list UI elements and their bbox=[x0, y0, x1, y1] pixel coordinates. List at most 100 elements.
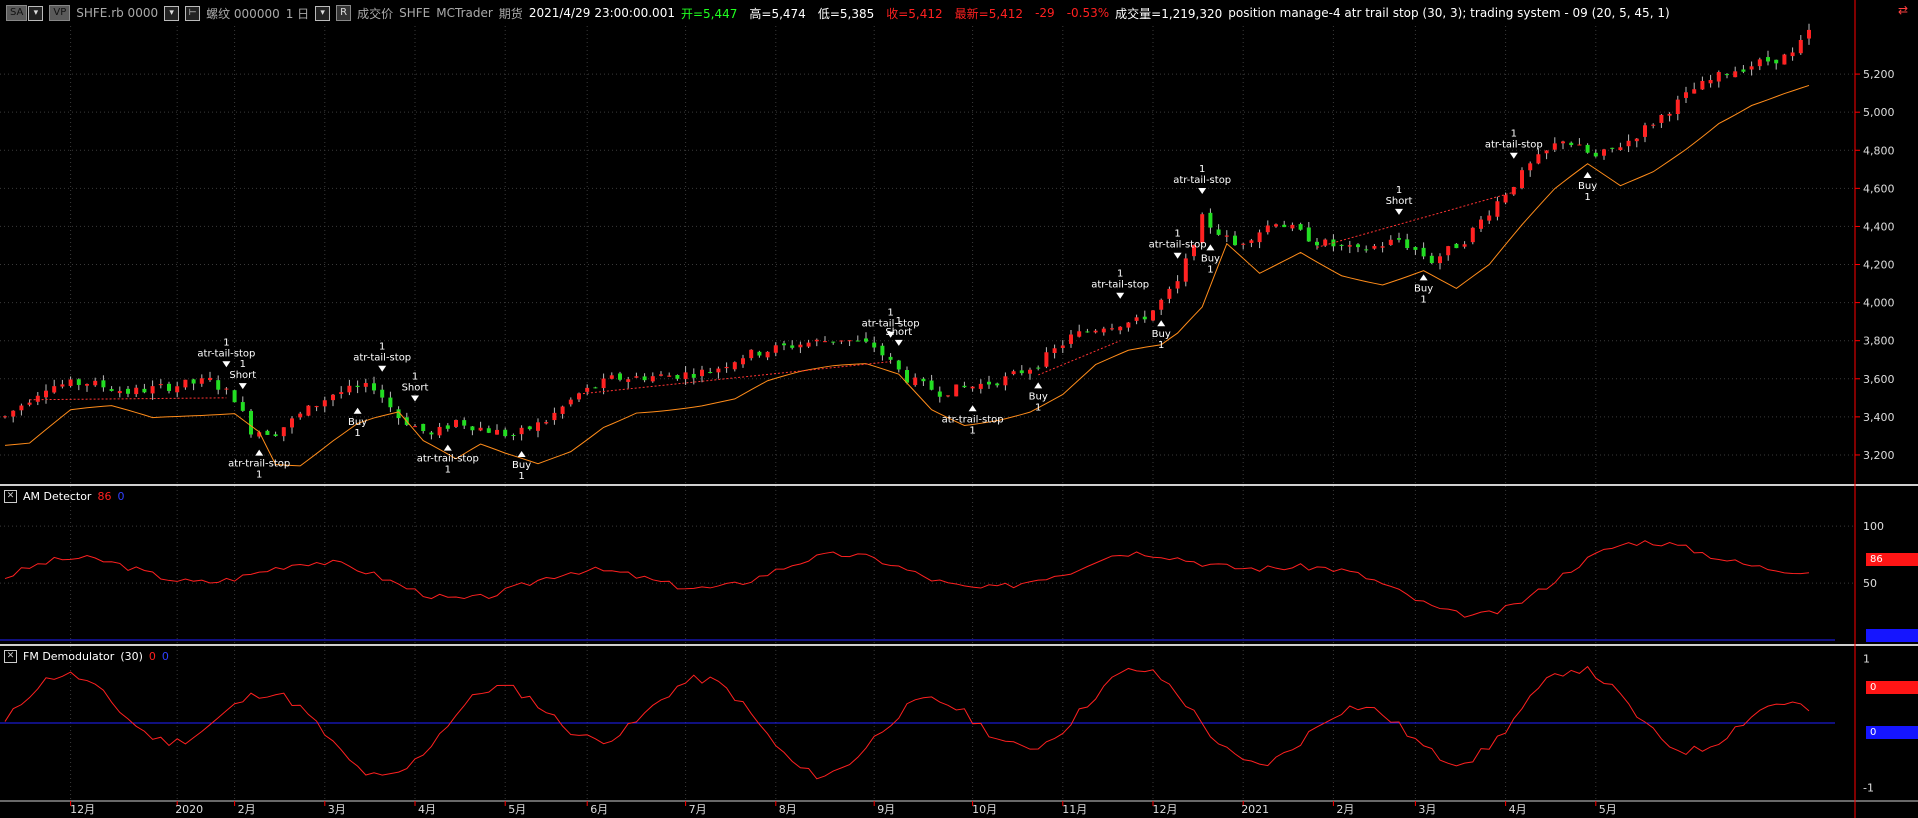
candle-body bbox=[1651, 124, 1656, 126]
candle-body bbox=[1470, 227, 1475, 243]
signal-arrow-up-icon bbox=[1034, 382, 1043, 389]
candle-body bbox=[35, 395, 40, 402]
candle-body bbox=[134, 387, 139, 395]
candle-body bbox=[642, 376, 647, 381]
am-value-1: 86 bbox=[97, 489, 112, 503]
candle-body bbox=[208, 377, 212, 381]
candle-body bbox=[1798, 39, 1803, 54]
candle-body bbox=[109, 389, 114, 391]
time-tick-label: 4月 bbox=[1509, 803, 1527, 816]
close-icon[interactable]: ✕ bbox=[4, 649, 17, 663]
candle-body bbox=[527, 426, 532, 430]
candle-body bbox=[273, 434, 278, 437]
candle-body bbox=[1692, 89, 1697, 94]
signal-arrow-down-icon bbox=[1198, 187, 1207, 194]
candle-body bbox=[322, 400, 327, 407]
candle-body bbox=[93, 380, 98, 386]
candle-body bbox=[659, 374, 663, 376]
am-title: AM Detector bbox=[23, 489, 92, 503]
candle-body bbox=[339, 392, 344, 394]
candle-body bbox=[708, 372, 713, 374]
time-tick-label: 3月 bbox=[328, 803, 346, 816]
candle-body bbox=[372, 383, 376, 391]
candle-body bbox=[683, 372, 688, 380]
candle-body bbox=[675, 375, 680, 379]
close-icon[interactable]: ✕ bbox=[4, 489, 17, 503]
signal-count: 1 bbox=[1511, 129, 1517, 140]
candle-body bbox=[1454, 243, 1459, 249]
trade-line bbox=[29, 397, 227, 401]
signal-arrow-down-icon bbox=[1116, 292, 1125, 299]
candle-body bbox=[167, 383, 171, 391]
candle-body bbox=[183, 379, 188, 388]
signal-count: 1 bbox=[256, 470, 262, 481]
candle-body bbox=[1200, 214, 1205, 243]
signal-label: atr-trail-stop bbox=[228, 459, 290, 470]
candle-body bbox=[544, 422, 549, 424]
candle-body bbox=[199, 378, 204, 384]
candle-body bbox=[1733, 71, 1738, 78]
signal-label: Short bbox=[885, 327, 912, 338]
candle-body bbox=[240, 402, 245, 411]
candle-body bbox=[1774, 59, 1779, 64]
candle-body bbox=[290, 418, 294, 428]
signal-count: 1 bbox=[1174, 229, 1180, 240]
price-tick-label: 5,000 bbox=[1863, 106, 1895, 119]
candle-body bbox=[1241, 243, 1246, 245]
candle-body bbox=[700, 369, 704, 377]
candle-body bbox=[101, 380, 106, 388]
candle-body bbox=[913, 377, 918, 386]
signal-label: Buy bbox=[1029, 391, 1048, 402]
candle-body bbox=[511, 435, 516, 437]
candle-body bbox=[1684, 92, 1688, 98]
signal-count: 1 bbox=[412, 372, 418, 383]
candle-body bbox=[1011, 371, 1016, 375]
candle-body bbox=[1405, 239, 1410, 249]
price-tick-label: 5,200 bbox=[1863, 68, 1895, 81]
chart-canvas[interactable]: 5,200 5,000 4,800 4,600 4,400 4,200 4,000 3,800… bbox=[0, 0, 1918, 818]
candle-body bbox=[175, 386, 180, 393]
signal-count: 1 bbox=[1420, 294, 1426, 305]
candle-body bbox=[987, 381, 991, 385]
candle-body bbox=[306, 405, 311, 416]
candle-body bbox=[232, 390, 237, 403]
candle-body bbox=[929, 380, 934, 390]
candle-body bbox=[1643, 125, 1647, 137]
candle-body bbox=[1716, 72, 1721, 82]
candle-body bbox=[1298, 224, 1303, 230]
candle-body bbox=[1487, 215, 1492, 221]
candle-body bbox=[249, 410, 253, 435]
candle-body bbox=[1725, 74, 1729, 76]
signal-count: 1 bbox=[240, 359, 246, 370]
candle-body bbox=[1216, 229, 1221, 235]
time-tick-label: 12月 bbox=[1153, 803, 1178, 816]
candle-body bbox=[1126, 322, 1131, 328]
fm-panel-header: ✕ FM Demodulator (30) 0 0 bbox=[0, 649, 175, 663]
candle-body bbox=[888, 356, 893, 360]
fm-value-2: 0 bbox=[161, 649, 169, 663]
candle-body bbox=[1069, 334, 1073, 344]
candle-body bbox=[298, 413, 303, 418]
signal-arrow-down-icon bbox=[894, 339, 903, 346]
price-tick-label: 4,000 bbox=[1863, 297, 1895, 310]
price-tick-label: 3,200 bbox=[1863, 449, 1895, 462]
signal-label: atr-tail-stop bbox=[353, 353, 411, 364]
candle-body bbox=[1274, 224, 1278, 227]
signal-arrow-up-icon bbox=[353, 407, 362, 414]
candle-body bbox=[413, 426, 417, 428]
price-tick-label: 4,600 bbox=[1863, 182, 1895, 195]
fm-param: (30) bbox=[120, 649, 143, 663]
candle-body bbox=[962, 385, 967, 388]
candle-body bbox=[1782, 54, 1787, 65]
candle-body bbox=[1561, 141, 1565, 144]
signal-label: Buy bbox=[1414, 283, 1433, 294]
signal-arrow-down-icon bbox=[1173, 252, 1182, 259]
candle-body bbox=[265, 430, 270, 435]
candle-body bbox=[363, 383, 368, 387]
candle-body bbox=[1479, 219, 1483, 229]
candle-body bbox=[158, 384, 163, 386]
candle-body bbox=[1380, 246, 1385, 248]
candle-body bbox=[19, 405, 24, 411]
candle-body bbox=[68, 379, 73, 386]
candle-body bbox=[347, 385, 352, 393]
